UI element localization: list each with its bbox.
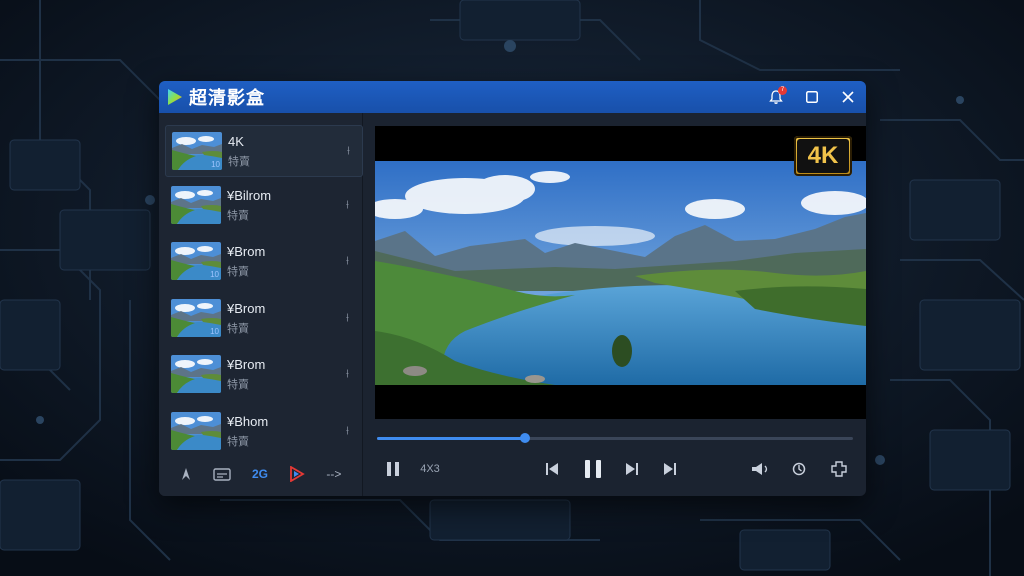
close-button[interactable] <box>830 81 866 113</box>
play-pause-button[interactable] <box>582 459 604 479</box>
volume-icon <box>752 463 768 475</box>
speed-label: 4X3 <box>420 463 440 475</box>
video-thumbnail <box>171 412 221 450</box>
close-icon <box>842 91 854 103</box>
playlist-item[interactable]: 10 ¥Brom 特賣 ⟊ <box>165 293 361 343</box>
playlist-item[interactable]: ¥Brom 特賣 ⟊ <box>165 349 361 399</box>
video-thumbnail: 10 <box>172 132 222 170</box>
video-thumbnail: 10 <box>171 299 221 337</box>
pin-icon[interactable]: ⟊ <box>346 311 349 326</box>
app-window: 超清影盒 7 10 4K 特賣 ⟊ ¥Bilrom 特賣 ⟊ 10 ¥Brom … <box>159 81 866 496</box>
playlist-item-title: 4K <box>228 133 244 149</box>
resolution-button[interactable]: 2G <box>252 467 268 481</box>
playlist-item[interactable]: 10 ¥Brom 特賣 ⟊ <box>165 236 361 286</box>
quality-4k-badge: 4K <box>794 136 852 176</box>
pin-icon[interactable]: ⟊ <box>346 424 349 439</box>
pin-icon[interactable]: ⟊ <box>346 198 349 213</box>
skip-next-icon <box>626 463 638 475</box>
more-button[interactable]: --> <box>326 467 341 481</box>
playlist-item-subtitle: 特賣 <box>227 322 249 335</box>
playlist-item[interactable]: ¥Bhom 特賣 ⟊ <box>165 406 361 456</box>
speed-button[interactable]: 4X3 <box>417 459 443 479</box>
sidebar-toolbar: 2G --> <box>159 462 362 486</box>
playlist-item-title: ¥Brom <box>227 300 266 316</box>
notification-badge: 7 <box>778 86 787 95</box>
pin-icon[interactable]: ⟊ <box>346 254 349 269</box>
video-thumbnail <box>171 186 221 224</box>
cursor-icon[interactable] <box>180 467 192 481</box>
maximize-button[interactable] <box>794 81 830 113</box>
playlist-item-title: ¥Bhom <box>227 413 269 429</box>
folder-icon[interactable] <box>213 467 231 481</box>
video-frame[interactable] <box>375 161 866 385</box>
playlist-item-title: ¥Bilrom <box>227 187 272 203</box>
pause-icon <box>585 460 601 478</box>
progress-bar[interactable] <box>377 433 853 443</box>
playlist-sidebar: 10 4K 特賣 ⟊ ¥Bilrom 特賣 ⟊ 10 ¥Brom 特賣 ⟊ 10… <box>159 113 363 496</box>
skip-previous-icon <box>546 463 558 475</box>
previous-button[interactable] <box>543 459 561 479</box>
video-player[interactable]: 4K <box>375 126 866 419</box>
playlist-item[interactable]: ¥Bilrom 特賣 ⟊ <box>165 180 361 230</box>
progress-handle[interactable] <box>519 433 530 443</box>
pause-icon <box>387 462 399 476</box>
playlist-item[interactable]: 10 4K 特賣 ⟊ <box>165 125 363 177</box>
pause-button[interactable] <box>383 459 403 479</box>
app-title: 超清影盒 <box>189 88 265 108</box>
play-logo-icon[interactable] <box>289 466 305 482</box>
video-thumbnail: 10 <box>171 242 221 280</box>
progress-fill <box>377 437 525 440</box>
playlist-item-subtitle: 特賣 <box>227 378 249 391</box>
playlist-item-subtitle: 特賣 <box>227 265 249 278</box>
app-logo-icon <box>168 89 182 105</box>
gear-icon <box>792 462 806 476</box>
skip-end-button[interactable] <box>661 459 679 479</box>
notification-button[interactable]: 7 <box>758 81 794 113</box>
skip-end-icon <box>664 463 676 475</box>
fullscreen-icon <box>831 461 847 477</box>
playlist-item-subtitle: 特賣 <box>227 435 249 448</box>
playlist-item-subtitle: 特賣 <box>227 209 249 222</box>
playlist-item-title: ¥Brom <box>227 356 266 372</box>
pin-icon[interactable]: ⟊ <box>347 144 350 159</box>
settings-button[interactable] <box>789 459 809 479</box>
fullscreen-button[interactable] <box>829 459 849 479</box>
volume-button[interactable] <box>749 459 773 479</box>
next-button[interactable] <box>623 459 641 479</box>
maximize-icon <box>806 91 818 103</box>
playlist-item-title: ¥Brom <box>227 243 266 259</box>
video-thumbnail <box>171 355 221 393</box>
playlist-item-subtitle: 特賣 <box>228 155 250 168</box>
pin-icon[interactable]: ⟊ <box>346 367 349 382</box>
title-bar[interactable]: 超清影盒 7 <box>159 81 866 113</box>
